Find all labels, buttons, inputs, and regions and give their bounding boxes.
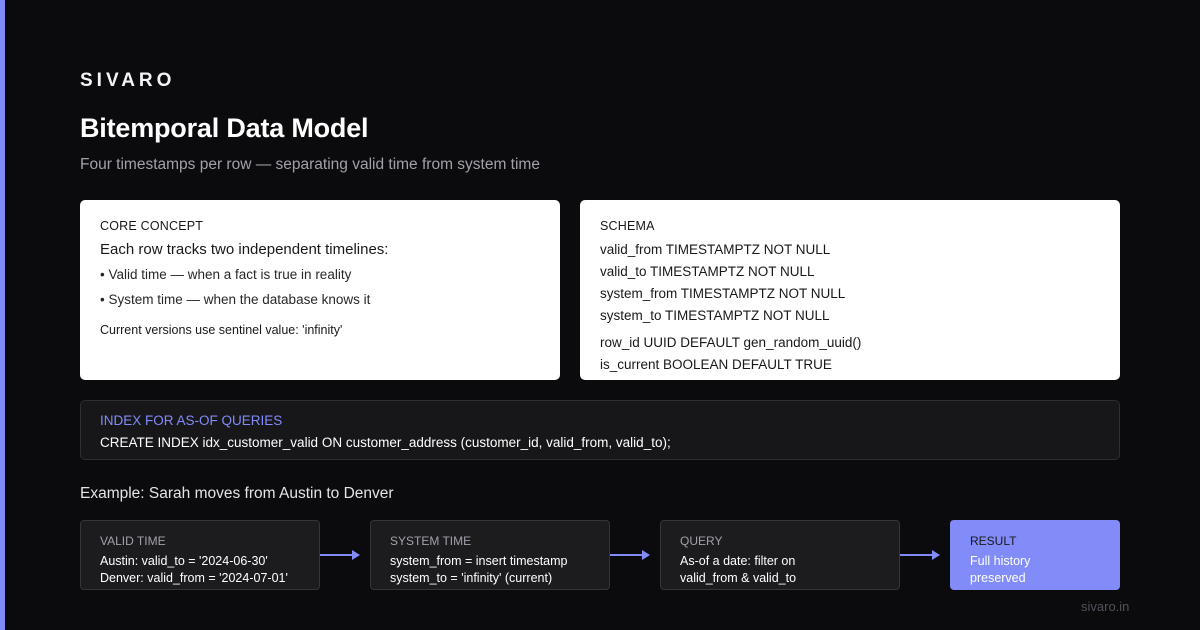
flow-arrow-icon [320, 549, 360, 561]
schema-card: SCHEMA valid_from TIMESTAMPTZ NOT NULL v… [580, 200, 1120, 380]
schema-label: SCHEMA [600, 219, 655, 233]
step-label: QUERY [680, 534, 723, 548]
schema-field-valid-from: valid_from TIMESTAMPTZ NOT NULL [600, 242, 831, 257]
step-line: Austin: valid_to = '2024-06-30' [100, 554, 268, 568]
core-concept-label: CORE CONCEPT [100, 219, 204, 233]
schema-field-system-to: system_to TIMESTAMPTZ NOT NULL [600, 308, 830, 323]
schema-field-valid-to: valid_to TIMESTAMPTZ NOT NULL [600, 264, 815, 279]
core-bullet-system-time: • System time — when the database knows … [100, 292, 371, 307]
index-panel: INDEX FOR AS-OF QUERIES CREATE INDEX idx… [80, 400, 1120, 460]
step-label: RESULT [970, 534, 1017, 548]
step-line: preserved [970, 571, 1026, 585]
step-line: Full history [970, 554, 1031, 568]
page-title: Bitemporal Data Model [80, 113, 369, 143]
schema-field-system-from: system_from TIMESTAMPTZ NOT NULL [600, 286, 846, 301]
index-code: CREATE INDEX idx_customer_valid ON custo… [100, 435, 671, 450]
step-query: QUERY As-of a date: filter on valid_from… [660, 520, 900, 590]
step-label: SYSTEM TIME [390, 534, 472, 548]
step-line: system_from = insert timestamp [390, 554, 568, 568]
schema-field-is-current: is_current BOOLEAN DEFAULT TRUE [600, 357, 832, 372]
step-valid-time: VALID TIME Austin: valid_to = '2024-06-3… [80, 520, 320, 590]
brand-logo: SIVARO [80, 70, 176, 91]
step-line: valid_from & valid_to [680, 571, 797, 585]
core-bullet-valid-time: • Valid time — when a fact is true in re… [100, 267, 352, 282]
core-concept-lead: Each row tracks two independent timeline… [100, 241, 389, 258]
footer-url: sivaro.in [1081, 599, 1130, 614]
accent-bar [0, 0, 5, 630]
page-subtitle: Four timestamps per row — separating val… [80, 156, 540, 173]
flow-arrow-icon [610, 549, 650, 561]
core-concept-note: Current versions use sentinel value: 'in… [100, 323, 343, 337]
core-concept-card: CORE CONCEPT Each row tracks two indepen… [80, 200, 560, 380]
step-system-time: SYSTEM TIME system_from = insert timesta… [370, 520, 610, 590]
schema-field-row-id: row_id UUID DEFAULT gen_random_uuid() [600, 335, 862, 350]
step-line: Denver: valid_from = '2024-07-01' [100, 571, 288, 585]
flow-arrow-icon [900, 549, 940, 561]
step-line: system_to = 'infinity' (current) [390, 571, 553, 585]
step-result: RESULT Full history preserved [950, 520, 1120, 590]
example-title: Example: Sarah moves from Austin to Denv… [80, 485, 394, 502]
index-label: INDEX FOR AS-OF QUERIES [100, 413, 283, 428]
step-line: As-of a date: filter on [680, 554, 796, 568]
step-label: VALID TIME [100, 534, 166, 548]
